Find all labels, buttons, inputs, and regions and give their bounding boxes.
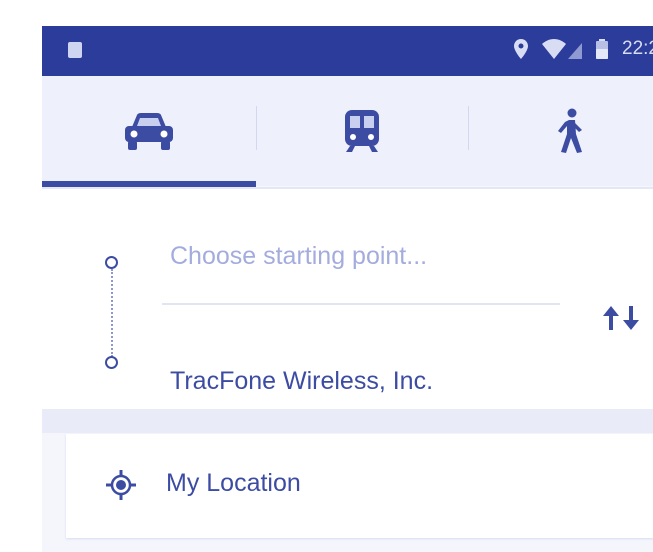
- start-point-dot: [105, 256, 118, 269]
- signal-icon: [568, 43, 583, 59]
- swap-arrows-icon: [603, 306, 639, 330]
- travel-mode-tabs: [42, 76, 653, 186]
- location-pin-icon: [514, 39, 529, 59]
- status-bar: 22:2: [42, 26, 653, 76]
- tab-driving[interactable]: [42, 76, 256, 186]
- my-location-label: My Location: [166, 469, 301, 497]
- battery-icon: [596, 39, 609, 59]
- train-icon: [345, 110, 379, 152]
- route-connector-line: [111, 269, 113, 357]
- wifi-icon: [542, 39, 567, 59]
- field-divider: [162, 303, 560, 305]
- notification-image-icon: [68, 42, 82, 58]
- starting-point-input[interactable]: Choose starting point...: [170, 242, 427, 271]
- destination-dot: [105, 356, 118, 369]
- swap-button[interactable]: [594, 298, 650, 338]
- status-time: 22:2: [622, 38, 653, 59]
- tab-transit[interactable]: [256, 76, 468, 186]
- section-separator: [42, 409, 653, 433]
- destination-input[interactable]: TracFone Wireless, Inc.: [170, 367, 433, 396]
- status-icons: 22:2: [514, 38, 653, 60]
- my-location-icon: [106, 470, 136, 500]
- suggestion-my-location[interactable]: My Location: [66, 434, 653, 538]
- directions-screen: 22:2: [42, 26, 653, 552]
- walk-icon: [558, 108, 582, 153]
- tab-walking[interactable]: [468, 76, 653, 186]
- car-icon: [125, 113, 173, 150]
